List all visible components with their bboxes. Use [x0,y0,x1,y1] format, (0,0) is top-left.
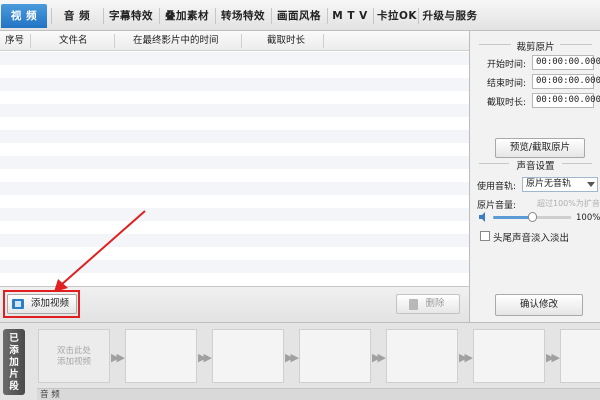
added-clips-tab[interactable]: 已 添 加 片 段 [3,329,25,395]
tab-subtitle-effects[interactable]: 字幕特效 [106,4,156,28]
trash-icon [409,299,418,310]
tab-divider [271,8,272,24]
placeholder-line: 添加视频 [56,357,91,367]
side-tab-char: 已 [9,333,19,344]
sound-section-title: 声音设置 [516,161,555,172]
tab-overlay-material[interactable]: 叠加素材 [162,4,212,28]
column-header-index[interactable]: 序号 [5,31,24,51]
audio-track-title: 音 频 [40,390,60,400]
delete-label: 删除 [425,298,445,309]
column-divider [30,34,31,48]
add-video-placeholder: 双击此处 添加视频 [39,346,109,368]
delete-button[interactable]: 删除 [396,294,460,314]
side-tab-char: 添 [9,345,19,356]
clip-slot[interactable] [125,329,197,383]
tab-divider [103,8,104,24]
tab-picture-style[interactable]: 画面风格 [274,4,324,28]
clip-slot-add[interactable]: 双击此处 添加视频 [38,329,110,383]
preview-trim-button[interactable]: 预览/截取原片 [495,138,585,158]
tab-divider [51,8,52,24]
clip-slot[interactable] [473,329,545,383]
side-tab-char: 加 [9,357,19,368]
trim-section-title: 裁剪原片 [516,42,555,53]
tab-mtv[interactable]: M T V [330,4,370,28]
clip-slot[interactable] [299,329,371,383]
slider-handle[interactable] [528,212,537,222]
start-time-label: 开始时间: [487,60,527,70]
start-time-input[interactable]: 00:00:00.000 [532,55,600,70]
column-header-clip-duration[interactable]: 截取时长 [267,31,305,51]
slider-remaining [532,216,571,219]
tab-audio[interactable]: 音 频 [55,4,99,28]
chevron-right-icon: ▶▶ [459,351,473,364]
chevron-right-icon: ▶▶ [198,351,212,364]
clip-slot[interactable] [212,329,284,383]
tab-divider [159,8,160,24]
chevron-right-icon: ▶▶ [285,351,299,364]
main-tab-bar: 视 频 音 频 字幕特效 叠加素材 转场特效 画面风格 M T V 卡拉OK 升… [0,0,600,31]
highlight-box [3,290,80,318]
chevron-down-icon [587,182,595,187]
end-time-label: 结束时间: [487,79,527,89]
column-divider [241,34,242,48]
video-file-list[interactable]: 序号 文件名 在最终影片中的时间 截取时长 [0,31,470,286]
list-header: 序号 文件名 在最终影片中的时间 截取时长 [0,31,469,51]
speaker-icon[interactable] [479,212,489,222]
clip-slot[interactable] [386,329,458,383]
tab-divider [418,8,419,24]
tab-video[interactable]: 视 频 [1,4,47,28]
chevron-right-icon: ▶▶ [372,351,386,364]
column-header-final-time[interactable]: 在最终影片中的时间 [133,31,219,51]
properties-panel: 裁剪原片 开始时间: 00:00:00.000 结束时间: 00:00:00.0… [471,31,600,322]
audio-track-label: 使用音轨: [477,182,517,192]
end-time-input[interactable]: 00:00:00.000 [532,74,600,89]
tab-divider [373,8,374,24]
duration-input[interactable]: 00:00:00.000 [532,93,600,108]
side-tab-char: 段 [9,381,19,392]
tab-upgrade-service[interactable]: 升级与服务 [421,4,479,28]
volume-label: 原片音量: [477,201,517,211]
clip-timeline: 已 添 加 片 段 双击此处 添加视频 ▶▶ ▶▶ ▶▶ ▶▶ ▶▶ ▶▶ 音 … [0,322,600,400]
list-toolbar: 添加视频 删除 [0,286,470,322]
section-divider [560,44,592,45]
placeholder-line: 双击此处 [56,346,91,356]
tab-divider [215,8,216,24]
volume-percent: 100% [576,213,600,223]
duration-label: 截取时长: [487,98,527,108]
side-tab-char: 片 [9,369,19,380]
column-header-filename[interactable]: 文件名 [59,31,88,51]
clip-slot[interactable] [560,329,600,383]
confirm-edit-button[interactable]: 确认修改 [495,294,583,316]
column-divider [114,34,115,48]
volume-hint: 超过100%为扩音 [537,199,600,208]
volume-slider[interactable] [493,212,571,222]
tab-transition-effects[interactable]: 转场特效 [218,4,268,28]
column-divider [323,34,324,48]
tab-karaoke[interactable]: 卡拉OK [377,4,417,28]
audio-track-value: 原片无音轨 [526,179,572,189]
audio-track-select[interactable]: 原片无音轨 [522,177,598,192]
section-divider [562,163,592,164]
audio-track-bar[interactable]: 音 频 [37,388,600,400]
chevron-right-icon: ▶▶ [111,351,125,364]
chevron-right-icon: ▶▶ [546,351,560,364]
fade-checkbox[interactable] [480,231,490,241]
tab-divider [327,8,328,24]
fade-label: 头尾声音淡入淡出 [493,233,570,244]
